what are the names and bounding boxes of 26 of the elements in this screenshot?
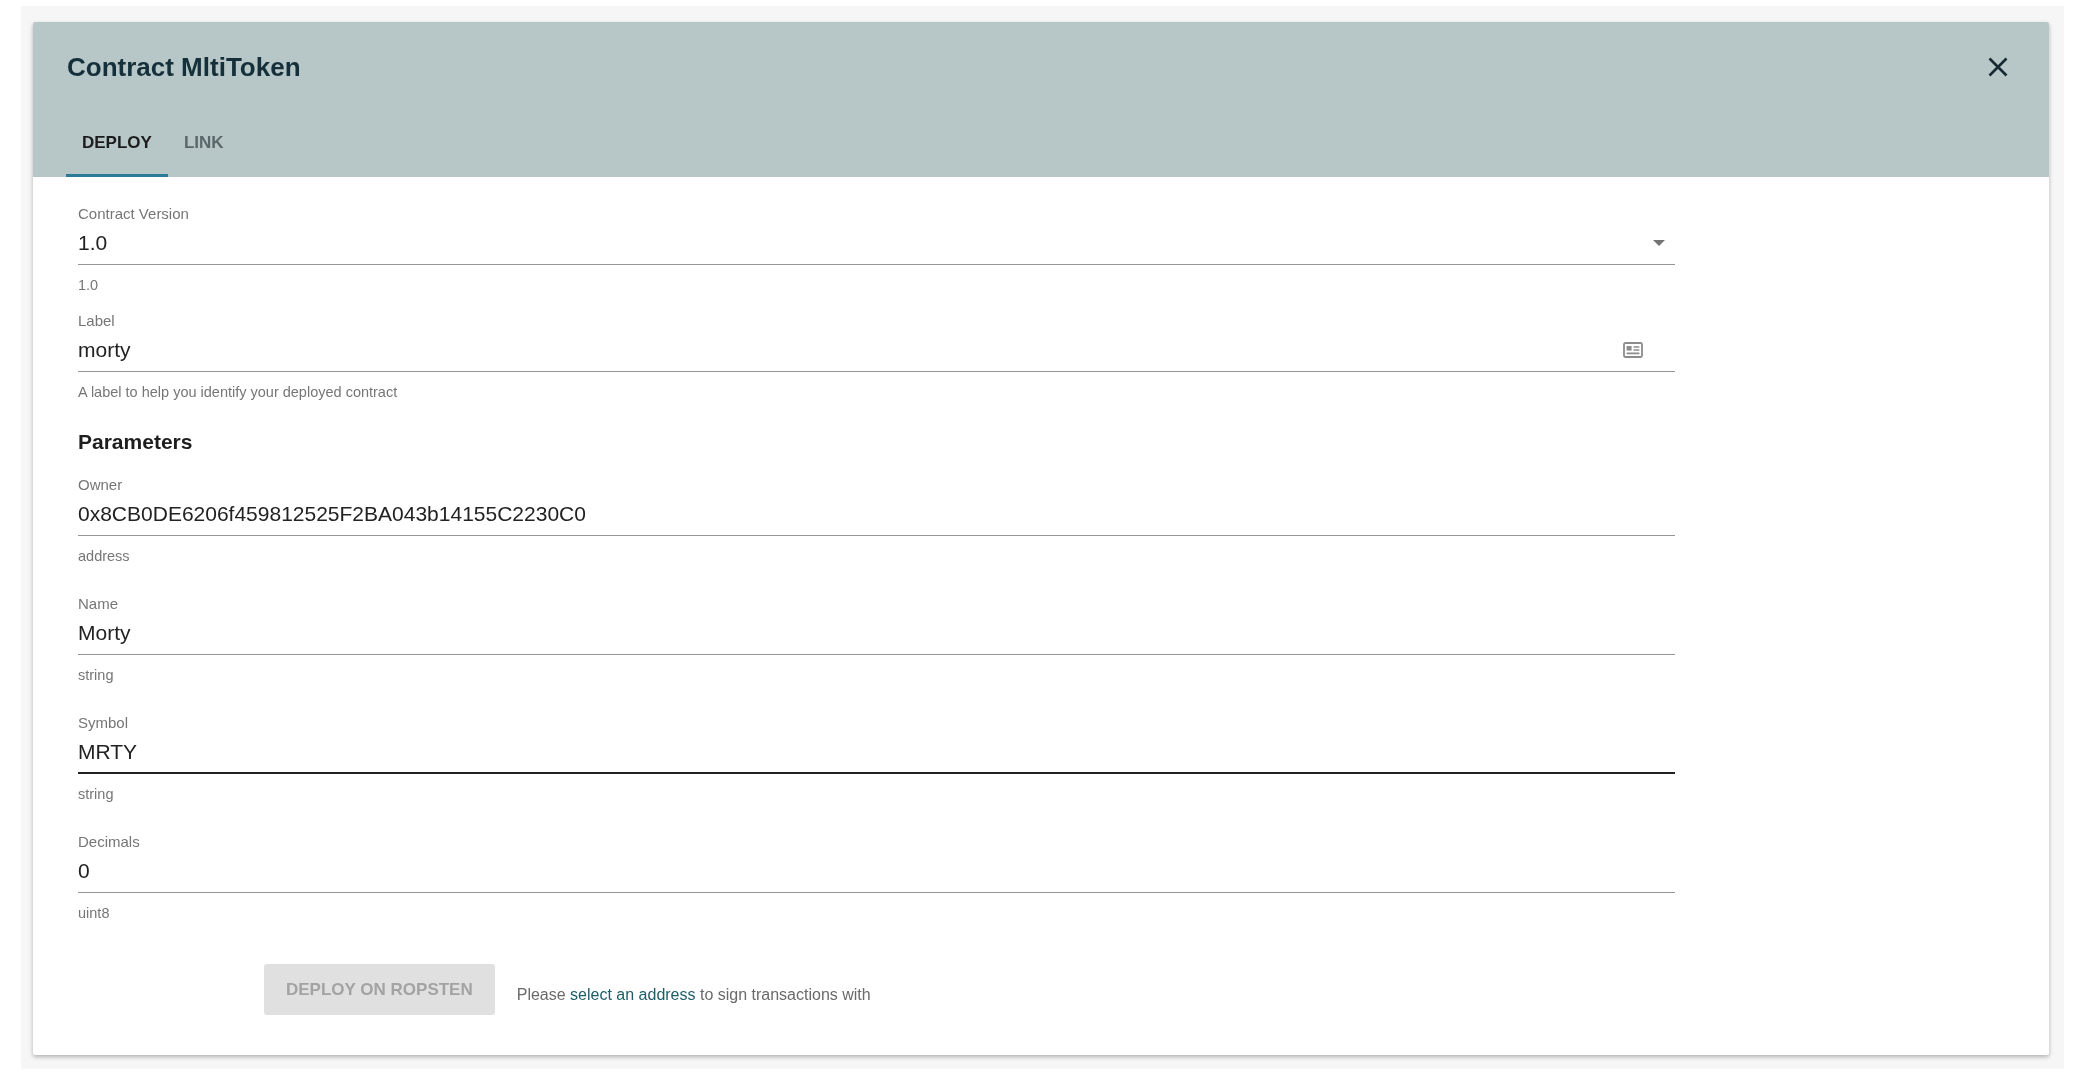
section-heading: Parameters [78, 429, 193, 455]
tab[interactable]: DEPLOY [66, 111, 168, 177]
input-field[interactable]: 0x8CB0DE6206f459812525F2BA043b14155C2230C0 [78, 501, 1675, 536]
card-icon [1623, 342, 1643, 358]
helper-text: A label to help you identify your deployed contract [78, 383, 399, 401]
field-label: Name [78, 595, 119, 613]
select-field[interactable]: 1.0 [78, 230, 1675, 265]
field-label: Label [78, 312, 116, 330]
helper-text: string [78, 666, 115, 684]
dialog-title: Contract MltiToken [67, 50, 301, 83]
select-address-link[interactable]: select an address [570, 986, 696, 1003]
input-field[interactable]: 0 [78, 858, 1675, 893]
helper-text: uint8 [78, 904, 111, 922]
field-label: Symbol [78, 714, 130, 732]
caret-icon [1653, 240, 1665, 246]
address-notice: Please select an address to sign transactions with [516, 985, 871, 1005]
input-field[interactable]: Morty [78, 620, 1675, 655]
field-label: Owner [78, 476, 124, 494]
field-label: Decimals [78, 833, 141, 851]
input-field[interactable]: MRTY [78, 739, 1675, 774]
helper-text: 1.0 [78, 276, 100, 294]
close-icon[interactable] [1988, 56, 2008, 77]
helper-text: address [78, 547, 131, 565]
helper-text: string [78, 785, 115, 803]
field-label: Contract Version [78, 205, 190, 223]
input-field[interactable]: morty [78, 337, 1675, 372]
